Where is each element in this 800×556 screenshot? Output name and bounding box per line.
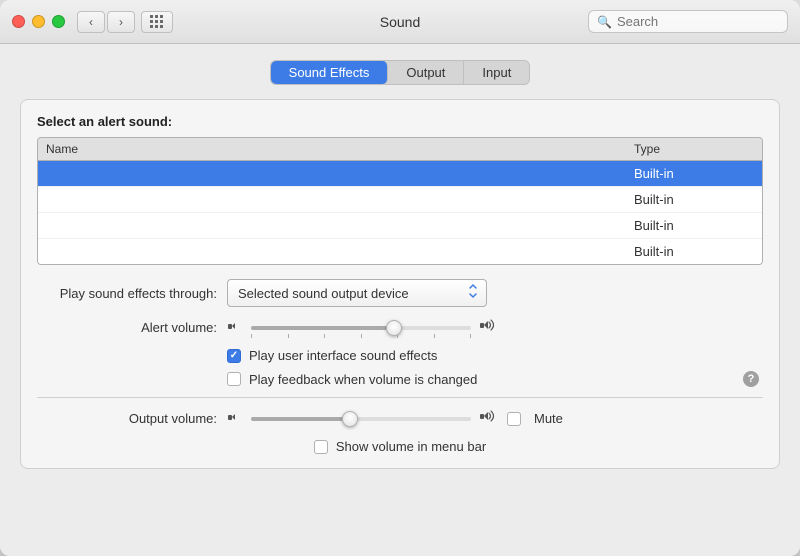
table-body: Built-in Built-in Built-in Built-in [38, 161, 762, 264]
search-input[interactable] [617, 14, 779, 29]
play-through-row: Play sound effects through: Selected sou… [37, 279, 763, 307]
ui-sounds-checkbox[interactable] [227, 349, 241, 363]
tab-sound-effects[interactable]: Sound Effects [271, 61, 389, 84]
row-type-2: Built-in [634, 218, 754, 233]
grid-button[interactable] [141, 11, 173, 33]
ui-sounds-row: Play user interface sound effects [37, 348, 763, 363]
tab-output[interactable]: Output [388, 61, 464, 84]
output-volume-thumb[interactable] [342, 411, 358, 427]
output-volume-low-icon [227, 409, 243, 428]
ui-sounds-label: Play user interface sound effects [249, 348, 437, 363]
close-button[interactable] [12, 15, 25, 28]
content: Sound Effects Output Input Select an ale… [0, 44, 800, 556]
minimize-button[interactable] [32, 15, 45, 28]
back-button[interactable]: ‹ [77, 11, 105, 33]
grid-icon [150, 15, 164, 29]
row-type-0: Built-in [634, 166, 754, 181]
show-volume-label: Show volume in menu bar [336, 439, 486, 454]
volume-low-icon [227, 318, 243, 337]
alert-volume-row: Alert volume: [37, 317, 763, 338]
row-name-1 [46, 192, 634, 207]
alert-volume-track[interactable] [251, 326, 471, 330]
feedback-checkbox[interactable] [227, 372, 241, 386]
divider [37, 397, 763, 398]
row-type-1: Built-in [634, 192, 754, 207]
row-type-3: Built-in [634, 244, 754, 259]
table-row[interactable]: Built-in [38, 187, 762, 213]
dropdown-value: Selected sound output device [238, 286, 460, 301]
window: ‹ › Sound 🔍 Sound Effects Output Input [0, 0, 800, 556]
feedback-label: Play feedback when volume is changed [249, 372, 477, 387]
forward-button[interactable]: › [107, 11, 135, 33]
question-badge[interactable]: ? [743, 371, 759, 387]
nav-buttons: ‹ › [77, 11, 135, 33]
output-volume-slider-group: Mute [227, 408, 563, 429]
volume-high-icon [479, 317, 499, 338]
alert-sound-label: Select an alert sound: [37, 114, 763, 129]
table-header: Name Type [38, 138, 762, 161]
table-row[interactable]: Built-in [38, 161, 762, 187]
sound-table: Name Type Built-in Built-in Built-in [37, 137, 763, 265]
tab-bar: Sound Effects Output Input [20, 60, 780, 85]
row-name-3 [46, 244, 634, 259]
tab-group: Sound Effects Output Input [270, 60, 531, 85]
row-name-0 [46, 166, 634, 181]
search-box[interactable]: 🔍 [588, 10, 788, 33]
alert-volume-slider-group [227, 317, 499, 338]
output-volume-track[interactable] [251, 417, 471, 421]
traffic-lights [12, 15, 65, 28]
table-row[interactable]: Built-in [38, 213, 762, 239]
show-volume-row: Show volume in menu bar [37, 439, 763, 454]
table-row[interactable]: Built-in [38, 239, 762, 264]
output-volume-row: Output volume: [37, 408, 763, 429]
window-title: Sound [380, 14, 420, 30]
alert-volume-label: Alert volume: [37, 320, 217, 335]
maximize-button[interactable] [52, 15, 65, 28]
row-name-2 [46, 218, 634, 233]
search-icon: 🔍 [597, 15, 612, 29]
col-type-header: Type [634, 142, 754, 156]
col-name-header: Name [46, 142, 634, 156]
output-volume-label: Output volume: [37, 411, 217, 426]
sound-effects-panel: Select an alert sound: Name Type Built-i… [20, 99, 780, 469]
feedback-row: Play feedback when volume is changed ? [37, 371, 763, 387]
titlebar: ‹ › Sound 🔍 [0, 0, 800, 44]
dropdown-arrow-icon [466, 283, 480, 303]
tab-input[interactable]: Input [464, 61, 529, 84]
play-through-dropdown[interactable]: Selected sound output device [227, 279, 487, 307]
play-through-label: Play sound effects through: [37, 286, 217, 301]
mute-checkbox[interactable] [507, 412, 521, 426]
show-volume-checkbox[interactable] [314, 440, 328, 454]
output-volume-high-icon [479, 408, 499, 429]
mute-label: Mute [534, 411, 563, 426]
